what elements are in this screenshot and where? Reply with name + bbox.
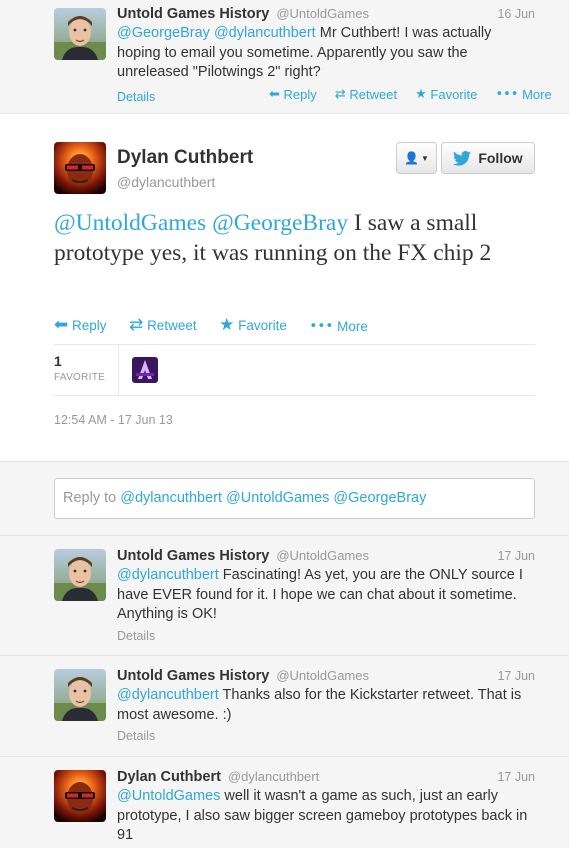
tweet-timestamp[interactable]: 12:54 AM - 17 Jun 13 xyxy=(54,413,173,427)
more-button[interactable]: ••• More xyxy=(309,318,367,334)
tweet-date[interactable]: 17 Jun xyxy=(497,768,535,786)
more-icon: ••• xyxy=(309,318,334,334)
reply-button[interactable]: ⬅ Reply xyxy=(269,87,317,102)
tweet-top[interactable]: Untold Games History @UntoldGames 16 Jun… xyxy=(0,0,569,114)
tweet-actions: ⬅ Reply ⇄ Retweet ★ Favorite ••• More xyxy=(54,315,368,335)
avatar[interactable] xyxy=(54,770,106,822)
tweet-date[interactable]: 17 Jun xyxy=(497,547,535,565)
reply-icon: ⬅ xyxy=(269,87,280,102)
reply-placeholder-prefix: Reply to xyxy=(63,490,121,506)
mention-link[interactable]: @UntoldGames xyxy=(54,210,206,236)
tweet-date[interactable]: 17 Jun xyxy=(497,667,535,685)
tweet-author-name[interactable]: Dylan Cuthbert xyxy=(117,147,253,169)
mention-link[interactable]: @dylancuthbert xyxy=(117,567,219,583)
retweet-icon: ⇄ xyxy=(129,315,144,335)
avatar[interactable] xyxy=(54,669,106,721)
reply-tweet[interactable]: Untold Games History @UntoldGames 17 Jun… xyxy=(0,656,569,757)
retweet-button[interactable]: ⇄ Retweet xyxy=(335,87,397,102)
mention-link[interactable]: @dylancuthbert xyxy=(214,25,316,41)
stats-divider xyxy=(118,345,119,395)
caret-down-icon: ▼ xyxy=(421,153,429,163)
avatar[interactable] xyxy=(54,142,106,194)
reply-button[interactable]: ⬅ Reply xyxy=(54,315,107,335)
favorite-button[interactable]: ★ Favorite xyxy=(219,315,287,335)
tweet-text: @GeorgeBray @dylancuthbert Mr Cuthbert! … xyxy=(117,24,535,83)
reply-tweet[interactable]: Untold Games History @UntoldGames 17 Jun… xyxy=(0,536,569,656)
tweet-text: @UntoldGames @GeorgeBray I saw a small p… xyxy=(54,208,534,268)
bird-icon xyxy=(453,150,472,166)
reply-icon: ⬅ xyxy=(54,315,69,335)
follow-label: Follow xyxy=(478,150,523,166)
retweet-button[interactable]: ⇄ Retweet xyxy=(129,315,197,335)
mention-link[interactable]: @GeorgeBray xyxy=(212,210,348,236)
favorite-count-label: FAVORITE xyxy=(54,372,106,383)
favoriter-avatar[interactable] xyxy=(132,357,158,383)
favorite-count[interactable]: 1 xyxy=(54,353,62,369)
reply-placeholder-mentions: @dylancuthbert @UntoldGames @GeorgeBray xyxy=(120,490,427,506)
star-icon: ★ xyxy=(415,87,427,102)
star-icon: ★ xyxy=(219,315,235,335)
avatar[interactable] xyxy=(54,549,106,601)
avatar[interactable] xyxy=(54,8,106,60)
reply-input[interactable]: Reply to @dylancuthbert @UntoldGames @Ge… xyxy=(54,478,535,519)
tweet-author-handle[interactable]: @UntoldGames xyxy=(276,548,369,563)
tweet-author-handle[interactable]: @dylancuthbert xyxy=(228,769,319,784)
tweet-author-handle[interactable]: @UntoldGames xyxy=(276,6,369,21)
tweet-text: @UntoldGames well it wasn't a game as su… xyxy=(117,787,535,846)
retweet-icon: ⇄ xyxy=(334,87,346,102)
follow-button[interactable]: Follow xyxy=(441,142,535,174)
favorite-button[interactable]: ★ Favorite xyxy=(415,87,477,102)
more-button[interactable]: ••• More xyxy=(495,87,551,102)
user-actions-button[interactable]: 👤 ▼ xyxy=(396,142,437,174)
mention-link[interactable]: @GeorgeBray xyxy=(117,25,210,41)
tweet-author-name[interactable]: Untold Games History xyxy=(117,668,269,684)
details-link[interactable]: Details xyxy=(117,729,535,743)
tweet-author-handle[interactable]: @UntoldGames xyxy=(276,668,369,683)
more-icon: ••• xyxy=(495,87,519,102)
tweet-author-name[interactable]: Untold Games History xyxy=(117,6,269,22)
tweet-author-name[interactable]: Untold Games History xyxy=(117,548,269,564)
tweet-text: @dylancuthbert Thanks also for the Kicks… xyxy=(117,686,535,725)
mention-link[interactable]: @dylancuthbert xyxy=(117,687,219,703)
tweet-stats: 1 FAVORITE xyxy=(54,344,535,396)
user-icon: 👤 xyxy=(404,151,420,165)
details-link[interactable]: Details xyxy=(117,90,155,104)
details-link[interactable]: Details xyxy=(117,629,535,643)
tweet-actions: ⬅ Reply ⇄ Retweet ★ Favorite ••• More xyxy=(269,86,552,102)
mention-link[interactable]: @UntoldGames xyxy=(117,788,220,804)
tweet-author-name[interactable]: Dylan Cuthbert xyxy=(117,769,221,785)
tweet-author-handle[interactable]: @dylancuthbert xyxy=(117,174,253,190)
tweet-date[interactable]: 16 Jun xyxy=(497,5,535,23)
tweet-text: @dylancuthbert Fascinating! As yet, you … xyxy=(117,566,535,625)
reply-area: Reply to @dylancuthbert @UntoldGames @Ge… xyxy=(0,462,569,536)
reply-tweet[interactable]: Dylan Cuthbert @dylancuthbert 17 Jun @Un… xyxy=(0,757,569,848)
